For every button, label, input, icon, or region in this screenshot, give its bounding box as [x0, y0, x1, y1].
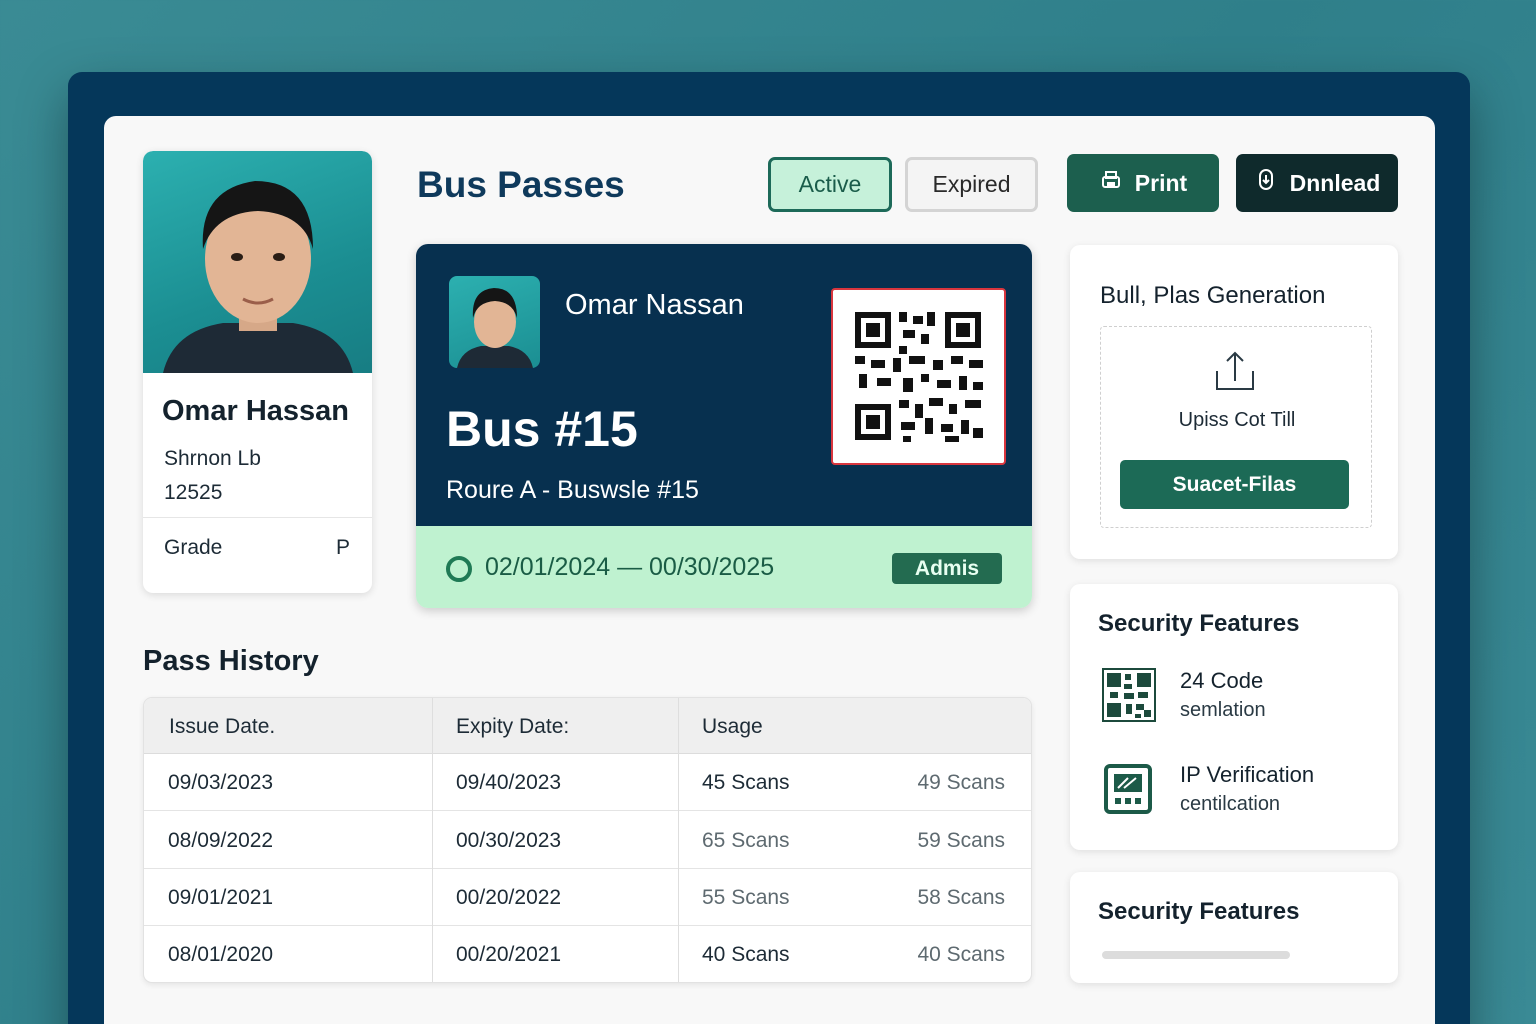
usage-total: 49 Scans	[917, 771, 1005, 794]
usage-count: 40 Scans	[702, 943, 790, 966]
table-row[interactable]: 08/01/2020 00/20/2021 40 Scans 40 Scans	[144, 926, 1031, 982]
column-header-expiry: Expity Date:	[456, 715, 570, 738]
column-divider	[432, 698, 433, 982]
issue-date: 08/09/2022	[168, 829, 274, 852]
select-files-button[interactable]: Suacet-Filas	[1120, 460, 1349, 509]
pass-holder-name: Omar Nassan	[565, 289, 744, 321]
usage-total: 58 Scans	[917, 886, 1005, 909]
pass-generation-panel: Bull, Plas Generation Upiss Cot Till Sua…	[1070, 245, 1398, 559]
printer-icon	[1099, 168, 1123, 198]
panel-title: Bull, Plas Generation	[1100, 282, 1326, 309]
pass-header: Omar Nassan Bus #15 Roure A - Buswsle #1…	[416, 244, 1032, 526]
tab-expired[interactable]: Expired	[905, 157, 1038, 212]
progress-bar	[1102, 951, 1290, 959]
bus-pass-card: Omar Nassan Bus #15 Roure A - Buswsle #1…	[416, 244, 1032, 608]
status-badge: Admis	[892, 553, 1002, 584]
qr-code-icon	[1102, 668, 1156, 722]
tab-active[interactable]: Active	[768, 157, 892, 212]
student-photo	[143, 151, 372, 373]
expiry-date: 09/40/2023	[456, 771, 562, 794]
table-header: Issue Date. Expity Date: Usage	[144, 698, 1031, 754]
usage-total: 59 Scans	[917, 829, 1005, 852]
pass-history-table: Issue Date. Expity Date: Usage 09/03/202…	[143, 697, 1032, 983]
feature-subtitle: centilcation	[1180, 793, 1281, 815]
grade-label: Grade	[164, 536, 223, 559]
validity-dates: 02/01/2024 — 00/30/2025	[485, 553, 775, 581]
verification-icon	[1102, 762, 1156, 816]
usage-count: 65 Scans	[702, 829, 790, 852]
upload-hint: Upiss Cot Till	[1178, 409, 1296, 431]
security-features-panel: Security Features 24 Code semlation IP V…	[1070, 584, 1398, 850]
usage-count: 45 Scans	[702, 771, 790, 794]
table-row[interactable]: 09/01/2021 00/20/2022 55 Scans 58 Scans	[144, 869, 1031, 926]
route-name: Roure A - Buswsle #15	[446, 476, 699, 504]
column-header-issue: Issue Date.	[169, 715, 276, 738]
pass-photo	[449, 276, 540, 368]
student-profile-card: Omar Hassan Shrnon Lb 12525 Grade P	[143, 151, 372, 593]
student-id: 12525	[164, 481, 223, 504]
usage-total: 40 Scans	[917, 943, 1005, 966]
student-school: Shrnon Lb	[164, 447, 261, 470]
print-button[interactable]: Print	[1067, 154, 1219, 212]
student-name: Omar Hassan	[162, 395, 349, 427]
expiry-date: 00/30/2023	[456, 829, 562, 852]
panel-title: Security Features	[1098, 898, 1300, 925]
status-ring-icon	[446, 556, 472, 582]
upload-dropzone[interactable]: Upiss Cot Till Suacet-Filas	[1100, 326, 1372, 528]
feature-title: 24 Code	[1180, 668, 1264, 693]
issue-date: 09/01/2021	[168, 886, 274, 909]
usage-count: 55 Scans	[702, 886, 790, 909]
feature-title: IP Verification	[1180, 762, 1315, 787]
download-icon	[1254, 167, 1278, 199]
expiry-date: 00/20/2022	[456, 886, 562, 909]
upload-icon	[1213, 349, 1257, 400]
page-title: Bus Passes	[417, 164, 625, 205]
pass-validity-bar: 02/01/2024 — 00/30/2025 Admis	[416, 526, 1032, 608]
table-row[interactable]: 08/09/2022 00/30/2023 65 Scans 59 Scans	[144, 812, 1031, 869]
divider	[143, 517, 372, 518]
column-divider	[678, 698, 679, 982]
qr-code-icon	[831, 288, 1006, 465]
table-row[interactable]: 09/03/2023 09/40/2023 45 Scans 49 Scans	[144, 754, 1031, 811]
column-header-usage: Usage	[702, 715, 763, 738]
download-button[interactable]: Dnnlead	[1236, 154, 1398, 212]
grade-value: P	[335, 536, 350, 559]
issue-date: 08/01/2020	[168, 943, 274, 966]
bus-number: Bus #15	[446, 401, 638, 457]
print-label: Print	[1134, 169, 1188, 196]
pass-history-title: Pass History	[143, 645, 319, 677]
panel-title: Security Features	[1098, 610, 1300, 637]
expiry-date: 00/20/2021	[456, 943, 562, 966]
security-features-panel-secondary: Security Features	[1070, 872, 1398, 983]
download-label: Dnnlead	[1289, 169, 1381, 196]
issue-date: 09/03/2023	[168, 771, 274, 794]
feature-subtitle: semlation	[1180, 699, 1266, 721]
